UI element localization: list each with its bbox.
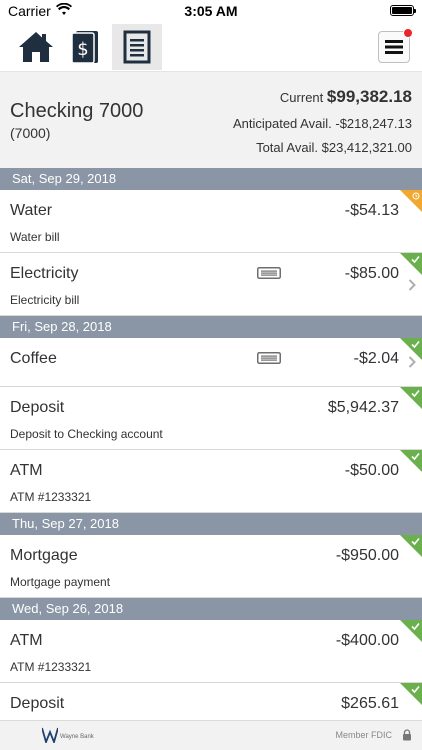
clock: 3:05 AM	[184, 3, 238, 19]
transaction-row[interactable]: ATM -$50.00 ATM #1233321	[0, 450, 422, 513]
menu-button[interactable]	[378, 28, 413, 63]
transaction-title: Deposit	[10, 399, 65, 416]
total-balance-label: Total Avail.	[256, 140, 318, 155]
bank-logo: Wayne Bank	[42, 727, 94, 743]
date-header: Wed, Sep 26, 2018	[0, 598, 422, 620]
transaction-amount: $5,942.37	[327, 399, 399, 416]
battery-icon	[390, 5, 416, 16]
transaction-title: Electricity	[10, 265, 79, 282]
wayne-bank-logo-icon	[42, 727, 58, 743]
checkmark-icon	[411, 389, 420, 398]
transaction-amount: $265.61	[341, 695, 399, 712]
anticipated-balance-amount: -$218,247.13	[335, 116, 412, 131]
tab-home[interactable]	[12, 24, 60, 70]
transaction-amount: -$85.00	[344, 265, 399, 282]
lock-icon	[403, 729, 411, 741]
fdic-label: Member FDIC	[335, 730, 392, 740]
transaction-title: Coffee	[10, 350, 57, 367]
transaction-description: Deposit to Checking account	[10, 427, 163, 441]
bank-name: Wayne Bank	[60, 734, 94, 740]
date-header: Sat, Sep 29, 2018	[0, 168, 422, 190]
top-nav: $	[0, 22, 422, 72]
hamburger-icon	[385, 40, 403, 54]
transaction-description: ATM #1233321	[10, 660, 92, 674]
date-header: Fri, Sep 28, 2018	[0, 316, 422, 338]
tab-statement[interactable]	[112, 24, 162, 70]
transaction-amount: -$950.00	[335, 547, 399, 564]
checkmark-icon	[411, 622, 420, 631]
transaction-title: ATM	[10, 632, 43, 649]
transaction-row[interactable]: ATM -$400.00 ATM #1233321	[0, 620, 422, 683]
status-bar: Carrier 3:05 AM	[0, 0, 422, 22]
chevron-right-icon[interactable]	[408, 356, 416, 368]
account-number: (7000)	[10, 125, 51, 141]
transaction-list: Sat, Sep 29, 2018 Water -$54.13 Water bi…	[0, 168, 422, 746]
money-icon: $	[71, 31, 98, 64]
checkmark-icon	[411, 537, 420, 546]
total-balance-amount: $23,412,321.00	[321, 140, 412, 155]
receipt-icon[interactable]	[257, 352, 281, 364]
checkmark-icon	[411, 255, 420, 264]
anticipated-balance-label: Anticipated Avail.	[232, 116, 332, 131]
transaction-description: Water bill	[10, 230, 60, 244]
notification-dot	[403, 28, 413, 38]
transaction-amount: -$50.00	[344, 462, 399, 479]
footer: Wayne Bank Member FDIC	[0, 720, 422, 750]
transaction-title: Water	[10, 202, 53, 219]
transaction-row[interactable]: Coffee -$2.04	[0, 338, 422, 387]
anticipated-balance: Anticipated Avail. -$218,247.13	[233, 116, 412, 131]
transaction-amount: -$54.13	[344, 202, 399, 219]
chevron-right-icon[interactable]	[408, 279, 416, 291]
transaction-amount: -$400.00	[335, 632, 399, 649]
clock-icon	[412, 192, 420, 200]
tab-accounts[interactable]: $	[62, 24, 110, 70]
transaction-description: Mortgage payment	[10, 575, 111, 589]
transaction-amount: -$2.04	[353, 350, 399, 367]
transaction-row[interactable]: Water -$54.13 Water bill	[0, 190, 422, 253]
home-icon	[19, 32, 53, 62]
transaction-title: ATM	[10, 462, 43, 479]
account-name: Checking 7000	[10, 100, 144, 122]
checkmark-icon	[411, 685, 420, 694]
statement-icon	[123, 30, 151, 64]
transaction-description: ATM #1233321	[10, 490, 92, 504]
checkmark-icon	[411, 452, 420, 461]
date-header: Thu, Sep 27, 2018	[0, 513, 422, 535]
current-balance-label: Current	[279, 90, 324, 105]
transaction-title: Mortgage	[10, 547, 78, 564]
transaction-row[interactable]: Mortgage -$950.00 Mortgage payment	[0, 535, 422, 598]
transaction-title: Deposit	[10, 695, 65, 712]
current-balance: Current $99,382.18	[280, 87, 412, 107]
account-summary: Checking 7000 (7000) Current $99,382.18 …	[0, 72, 422, 168]
current-balance-amount: $99,382.18	[326, 87, 412, 106]
transaction-row[interactable]: Electricity -$85.00 Electricity bill	[0, 253, 422, 316]
transaction-row[interactable]: Deposit $5,942.37 Deposit to Checking ac…	[0, 387, 422, 450]
transaction-description: Electricity bill	[10, 293, 80, 307]
checkmark-icon	[411, 340, 420, 349]
receipt-icon[interactable]	[257, 267, 281, 279]
total-balance: Total Avail. $23,412,321.00	[256, 140, 412, 155]
svg-text:$: $	[77, 39, 88, 60]
